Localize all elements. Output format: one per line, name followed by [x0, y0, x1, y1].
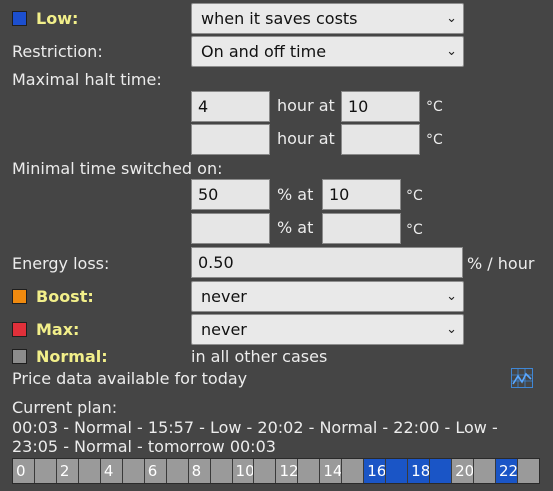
- timeline-hour-cell: 6: [144, 459, 167, 483]
- current-plan-line-2: 23:05 - Normal - tomorrow 00:03: [12, 437, 276, 456]
- low-color-swatch: [12, 11, 27, 26]
- timeline-hour-cell: 0: [13, 459, 35, 483]
- timeline-hour-cell: 18: [408, 459, 431, 483]
- min-on-pct-input-1[interactable]: 50: [191, 179, 270, 210]
- timeline-hour-cell: [517, 459, 539, 483]
- halt-hour-at-label-1: hour at: [277, 96, 335, 115]
- price-info-text: Price data available for today: [12, 369, 248, 388]
- timeline-hour-cell: [34, 459, 57, 483]
- min-on-temp-unit-1: °C: [406, 188, 423, 204]
- timeline-hour-cell: 22: [495, 459, 518, 483]
- halt-hours-input-2[interactable]: [191, 124, 270, 155]
- timeline-hour-cell: [386, 459, 409, 483]
- plan-timeline: 0 2 4 6 8 10 12 14 16 18 20 22: [12, 458, 540, 484]
- timeline-hour-cell: 12: [276, 459, 299, 483]
- min-on-temp-input-2[interactable]: [322, 213, 401, 244]
- chevron-down-icon: ⌄: [446, 322, 457, 337]
- normal-mode-label: Normal:: [12, 347, 108, 367]
- halt-hours-input-1[interactable]: 4: [191, 91, 270, 122]
- max-condition-select[interactable]: never ⌄: [191, 314, 464, 345]
- timeline-hour-cell: [122, 459, 145, 483]
- halt-temp-input-1[interactable]: 10: [341, 91, 420, 122]
- energy-loss-label: Energy loss:: [12, 254, 110, 273]
- boost-mode-label: Boost:: [12, 287, 94, 307]
- restriction-select[interactable]: On and off time ⌄: [191, 36, 464, 67]
- timeline-hour-cell: [342, 459, 365, 483]
- max-color-swatch: [12, 322, 27, 337]
- min-on-temp-input-1[interactable]: 10: [322, 179, 401, 210]
- timeline-hour-cell: 4: [100, 459, 123, 483]
- timeline-hour-cell: [166, 459, 189, 483]
- timeline-hour-cell: 10: [232, 459, 255, 483]
- timeline-hour-cell: 8: [188, 459, 211, 483]
- timeline-hour-cell: [210, 459, 233, 483]
- min-on-pct-input-2[interactable]: [191, 213, 270, 244]
- boost-color-swatch: [12, 289, 27, 304]
- normal-color-swatch: [12, 349, 27, 364]
- timeline-hour-cell: 14: [320, 459, 343, 483]
- energy-loss-input[interactable]: 0.50: [191, 247, 463, 278]
- min-on-label: Minimal time switched on:: [12, 159, 223, 178]
- halt-time-label: Maximal halt time:: [12, 70, 162, 89]
- chevron-down-icon: ⌄: [446, 289, 457, 304]
- timeline-hour-cell: 2: [56, 459, 79, 483]
- chart-icon[interactable]: [511, 368, 533, 388]
- boost-condition-select[interactable]: never ⌄: [191, 281, 464, 312]
- halt-temp-unit-2: °C: [426, 132, 443, 148]
- energy-loss-unit: % / hour: [467, 254, 535, 273]
- timeline-hour-cell: 20: [452, 459, 475, 483]
- low-mode-label: Low:: [12, 9, 78, 29]
- chevron-down-icon: ⌄: [446, 11, 457, 26]
- normal-condition-text: in all other cases: [191, 347, 328, 366]
- halt-hour-at-label-2: hour at: [277, 129, 335, 148]
- low-condition-select[interactable]: when it saves costs ⌄: [191, 3, 464, 34]
- min-on-at-label-1: % at: [277, 185, 314, 204]
- halt-temp-unit-1: °C: [426, 99, 443, 115]
- timeline-hour-cell: [298, 459, 321, 483]
- halt-temp-input-2[interactable]: [341, 124, 420, 155]
- max-mode-label: Max:: [12, 320, 79, 340]
- timeline-hour-cell: [78, 459, 101, 483]
- chevron-down-icon: ⌄: [446, 44, 457, 59]
- restriction-label: Restriction:: [12, 42, 103, 61]
- min-on-temp-unit-2: °C: [406, 222, 423, 238]
- timeline-hour-cell: 16: [364, 459, 387, 483]
- timeline-hour-cell: [254, 459, 277, 483]
- min-on-at-label-2: % at: [277, 218, 314, 237]
- current-plan-label: Current plan:: [12, 398, 118, 417]
- timeline-hour-cell: [430, 459, 453, 483]
- current-plan-line-1: 00:03 - Normal - 15:57 - Low - 20:02 - N…: [12, 418, 498, 437]
- timeline-hour-cell: [474, 459, 496, 483]
